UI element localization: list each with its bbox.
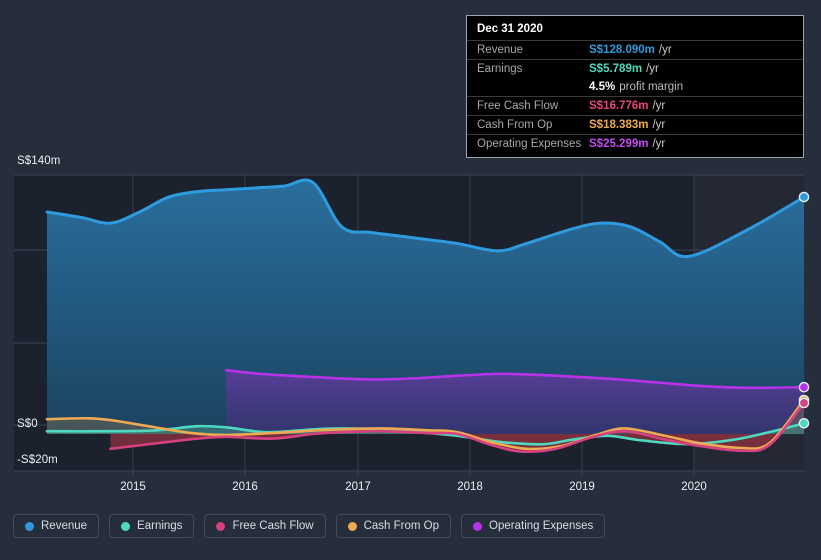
tooltip-row-label: Operating Expenses	[477, 138, 582, 150]
data-tooltip: Dec 31 2020 Revenue S$128.090m/yr Earnings…	[466, 15, 804, 158]
y-axis-label-zero: S$0	[17, 418, 38, 430]
tooltip-row-label: Free Cash Flow	[477, 100, 559, 112]
legend-item-label: Cash From Op	[363, 520, 440, 532]
tooltip-date: Dec 31 2020	[477, 23, 543, 35]
legend-item-label: Operating Expenses	[489, 520, 594, 532]
legend-item-free-cash-flow[interactable]: Free Cash Flow	[204, 514, 326, 538]
tooltip-row-unit: /yr	[652, 138, 666, 150]
legend-dot-icon	[216, 521, 226, 531]
tooltip-row-revenue: Revenue S$128.090m/yr	[467, 40, 803, 59]
x-axis-tick-2017: 2017	[345, 481, 371, 493]
legend-dot-icon	[473, 521, 483, 531]
legend-item-operating-expenses[interactable]: Operating Expenses	[461, 514, 606, 538]
x-axis-tick-2016: 2016	[232, 481, 258, 493]
tooltip-row-value: S$128.090m	[589, 44, 655, 56]
tooltip-row-label: Earnings	[477, 63, 523, 75]
x-axis-tick-2018: 2018	[457, 481, 483, 493]
legend-item-label: Revenue	[41, 520, 88, 532]
x-axis-tick-2020: 2020	[681, 481, 707, 493]
tooltip-profit-margin-row: 4.5% profit margin	[467, 78, 803, 96]
legend-item-revenue[interactable]: Revenue	[13, 514, 100, 538]
tooltip-row-unit: /yr	[652, 119, 666, 131]
tooltip-row-free-cash-flow: Free Cash Flow S$16.776m/yr	[467, 96, 803, 115]
tooltip-rows: Revenue S$128.090m/yr Earnings S$5.789m/yr 4…	[467, 40, 803, 153]
financial-chart[interactable]: S$140m S$0 -S$20m 2015 2016 2017 2018 2019 20…	[0, 0, 821, 560]
x-axis-tick-2019: 2019	[569, 481, 595, 493]
legend-dot-icon	[25, 521, 34, 531]
tooltip-row-unit: /yr	[652, 100, 666, 112]
legend-dot-icon	[121, 521, 131, 531]
tooltip-row-earnings: Earnings S$5.789m/yr	[467, 59, 803, 78]
tooltip-profit-margin-label: profit margin	[619, 81, 684, 93]
legend-item-label: Earnings	[137, 520, 183, 532]
y-axis-label-bottom: -S$20m	[17, 454, 58, 466]
tooltip-row-value: S$16.776m	[589, 100, 649, 112]
tooltip-row-unit: /yr	[658, 44, 672, 56]
tooltip-row-value: S$25.299m	[589, 138, 649, 150]
tooltip-row-value: S$18.383m	[589, 119, 649, 131]
y-axis-label-top: S$140m	[17, 155, 61, 167]
tooltip-row-label: Revenue	[477, 44, 524, 56]
x-axis-tick-2015: 2015	[120, 481, 146, 493]
tooltip-row-unit: /yr	[646, 63, 659, 75]
tooltip-profit-margin-value: 4.5%	[589, 81, 616, 93]
tooltip-row-value: S$5.789m	[589, 63, 643, 75]
tooltip-row-cash-from-op: Cash From Op S$18.383m/yr	[467, 115, 803, 134]
legend-item-cash-from-op[interactable]: Cash From Op	[335, 514, 452, 538]
legend-dot-icon	[347, 521, 357, 531]
tooltip-row-operating-expenses: Operating Expenses S$25.299m/yr	[467, 134, 803, 153]
legend-item-label: Free Cash Flow	[232, 520, 314, 532]
chart-legend[interactable]: Revenue Earnings Free Cash Flow Cash From O…	[13, 514, 606, 538]
tooltip-row-label: Cash From Op	[477, 119, 553, 131]
legend-item-earnings[interactable]: Earnings	[109, 514, 195, 538]
